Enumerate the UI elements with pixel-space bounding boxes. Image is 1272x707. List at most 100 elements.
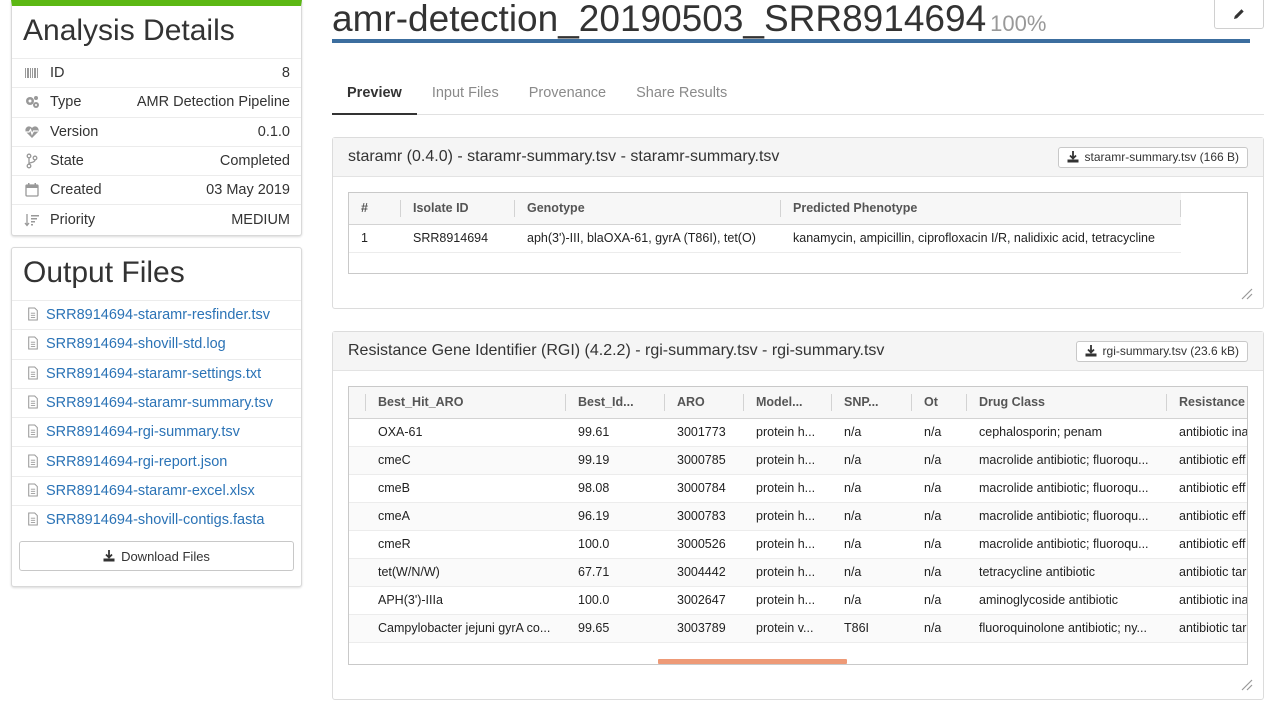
horizontal-scrollbar[interactable] bbox=[658, 659, 847, 664]
table-row[interactable]: cmeR 100.0 3000526 protein h... n/a n/a macrol… bbox=[349, 530, 1247, 559]
rgi-download-button[interactable]: rgi-summary.tsv (23.6 kB) bbox=[1075, 340, 1248, 362]
table-cell: 99.65 bbox=[566, 614, 665, 643]
output-files-panel: Output Files SRR8914694-staramr-resfinde… bbox=[11, 247, 302, 587]
rgi-table: Best_Hit_ARO Best_Id... ARO Model... SNP... O… bbox=[349, 387, 1247, 643]
output-file-item[interactable]: SRR8914694-staramr-summary.tsv bbox=[12, 387, 301, 417]
staramr-download-label: staramr-summary.tsv (166 B) bbox=[1084, 150, 1239, 164]
column-header[interactable]: Ot bbox=[912, 387, 967, 419]
resize-handle-icon[interactable] bbox=[1239, 677, 1253, 691]
tab-preview[interactable]: Preview bbox=[332, 73, 417, 115]
table-cell: n/a bbox=[912, 614, 967, 643]
column-header-label: Predicted Phenotype bbox=[793, 201, 918, 216]
row-gutter-header bbox=[349, 387, 366, 419]
table-cell: Campylobacter jejuni gyrA co... bbox=[366, 614, 566, 643]
output-file-link[interactable]: SRR8914694-shovill-std.log bbox=[46, 336, 226, 352]
detail-row-id: ID 8 bbox=[12, 58, 301, 87]
table-cell: cephalosporin; penam bbox=[967, 418, 1167, 447]
output-file-item[interactable]: SRR8914694-shovill-std.log bbox=[12, 329, 301, 358]
table-row[interactable]: cmeC 99.19 3000785 protein h... n/a n/a macrol… bbox=[349, 446, 1247, 475]
output-file-link[interactable]: SRR8914694-staramr-summary.tsv bbox=[46, 395, 273, 411]
table-cell: n/a bbox=[912, 558, 967, 587]
table-cell: antibiotic ina bbox=[1167, 418, 1247, 447]
table-cell: OXA-61 bbox=[366, 418, 566, 447]
output-file-item[interactable]: SRR8914694-shovill-contigs.fasta bbox=[12, 505, 301, 534]
table-cell: protein h... bbox=[744, 418, 832, 447]
table-cell: 99.19 bbox=[566, 446, 665, 475]
column-header[interactable]: Isolate ID bbox=[401, 193, 515, 225]
output-files-heading: Output Files bbox=[23, 256, 185, 289]
analysis-details-panel: Analysis Details ID 8 Type AMR Detection… bbox=[11, 0, 302, 236]
output-file-item[interactable]: SRR8914694-rgi-summary.tsv bbox=[12, 417, 301, 446]
detail-label: Type bbox=[50, 94, 82, 111]
table-cell: 3003789 bbox=[665, 614, 744, 643]
table-cell: protein h... bbox=[744, 558, 832, 587]
detail-row-priority: Priority MEDIUM bbox=[12, 204, 301, 233]
column-header[interactable]: Best_Hit_ARO bbox=[366, 387, 566, 419]
table-row[interactable]: Campylobacter jejuni gyrA co... 99.65 3003… bbox=[349, 614, 1247, 643]
detail-label: Created bbox=[50, 182, 102, 199]
column-header[interactable]: Genotype bbox=[515, 193, 781, 225]
table-cell: antibiotic eff bbox=[1167, 446, 1247, 475]
output-file-link[interactable]: SRR8914694-staramr-excel.xlsx bbox=[46, 483, 255, 499]
column-header[interactable]: ARO bbox=[665, 387, 744, 419]
column-header[interactable]: Resistance M bbox=[1167, 387, 1247, 419]
table-cell: kanamycin, ampicillin, ciprofloxacin I/R… bbox=[781, 224, 1181, 253]
table-cell: cmeC bbox=[366, 446, 566, 475]
tab-share-results[interactable]: Share Results bbox=[621, 73, 742, 115]
column-header-label: Isolate ID bbox=[413, 201, 469, 216]
output-file-item[interactable]: SRR8914694-staramr-resfinder.tsv bbox=[12, 300, 301, 329]
table-cell: n/a bbox=[912, 586, 967, 615]
row-gutter bbox=[349, 418, 366, 447]
row-gutter bbox=[349, 530, 366, 559]
edit-button[interactable] bbox=[1214, 0, 1264, 29]
table-cell: macrolide antibiotic; fluoroqu... bbox=[967, 474, 1167, 503]
table-cell: tetracycline antibiotic bbox=[967, 558, 1167, 587]
table-cell: n/a bbox=[912, 418, 967, 447]
table-cell: antibiotic tar bbox=[1167, 558, 1247, 587]
resize-handle-icon[interactable] bbox=[1239, 286, 1253, 300]
table-row[interactable]: cmeA 96.19 3000783 protein h... n/a n/a macrol… bbox=[349, 502, 1247, 531]
table-row[interactable]: cmeB 98.08 3000784 protein h... n/a n/a macrol… bbox=[349, 474, 1247, 503]
table-row[interactable]: APH(3')-IIIa 100.0 3002647 protein h... n/a n… bbox=[349, 586, 1247, 615]
staramr-download-button[interactable]: staramr-summary.tsv (166 B) bbox=[1057, 146, 1248, 168]
staramr-preview-card: staramr (0.4.0) - staramr-summary.tsv - … bbox=[332, 137, 1264, 309]
column-header[interactable]: Model... bbox=[744, 387, 832, 419]
output-file-link[interactable]: SRR8914694-staramr-settings.txt bbox=[46, 366, 261, 382]
column-header[interactable]: Predicted Phenotype bbox=[781, 193, 1181, 225]
column-header[interactable]: # bbox=[349, 193, 401, 225]
detail-label: Priority bbox=[50, 211, 96, 228]
output-file-link[interactable]: SRR8914694-rgi-report.json bbox=[46, 454, 227, 470]
staramr-table: # Isolate ID Genotype Predicted Phenotype 1… bbox=[349, 193, 1181, 253]
pencil-icon bbox=[1234, 9, 1244, 19]
table-cell: 100.0 bbox=[566, 530, 665, 559]
analysis-name: amr-detection_20190503_SRR8914694 bbox=[332, 0, 987, 39]
output-file-item[interactable]: SRR8914694-rgi-report.json bbox=[12, 446, 301, 475]
file-icon bbox=[27, 307, 41, 323]
table-cell: n/a bbox=[912, 474, 967, 503]
row-gutter bbox=[349, 614, 366, 643]
column-header[interactable]: SNP... bbox=[832, 387, 912, 419]
table-cell: SRR8914694 bbox=[401, 224, 515, 253]
staramr-card-title: staramr (0.4.0) - staramr-summary.tsv - … bbox=[348, 148, 780, 165]
detail-label: ID bbox=[50, 65, 65, 82]
table-cell: n/a bbox=[912, 446, 967, 475]
column-header[interactable]: Drug Class bbox=[967, 387, 1167, 419]
column-header[interactable]: Best_Id... bbox=[566, 387, 665, 419]
table-cell: cmeB bbox=[366, 474, 566, 503]
table-row[interactable]: OXA-61 99.61 3001773 protein h... n/a n/a ceph… bbox=[349, 418, 1247, 447]
detail-value: AMR Detection Pipeline bbox=[136, 94, 290, 111]
table-cell: 3001773 bbox=[665, 418, 744, 447]
tab-provenance[interactable]: Provenance bbox=[514, 73, 621, 115]
progress-percent: 100% bbox=[990, 11, 1047, 36]
output-file-item[interactable]: SRR8914694-staramr-settings.txt bbox=[12, 358, 301, 388]
table-row[interactable]: 1 SRR8914694 aph(3')-III, blaOXA-61, gyrA … bbox=[349, 224, 1181, 253]
detail-value: 03 May 2019 bbox=[206, 182, 290, 199]
download-files-button[interactable]: Download Files bbox=[19, 541, 294, 571]
table-row[interactable]: tet(W/N/W) 67.71 3004442 protein h... n/a n/a… bbox=[349, 558, 1247, 587]
output-file-item[interactable]: SRR8914694-staramr-excel.xlsx bbox=[12, 475, 301, 505]
tab-input-files[interactable]: Input Files bbox=[417, 73, 514, 115]
table-cell: protein h... bbox=[744, 446, 832, 475]
output-file-link[interactable]: SRR8914694-rgi-summary.tsv bbox=[46, 424, 240, 440]
output-file-link[interactable]: SRR8914694-staramr-resfinder.tsv bbox=[46, 307, 270, 323]
output-file-link[interactable]: SRR8914694-shovill-contigs.fasta bbox=[46, 512, 264, 528]
